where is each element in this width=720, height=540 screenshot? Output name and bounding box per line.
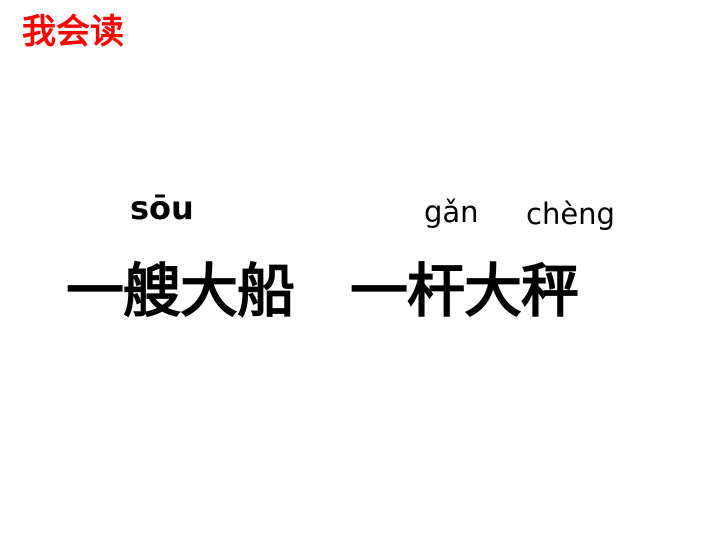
pinyin-gan: gǎn (424, 195, 479, 229)
pinyin-sou: sōu (130, 189, 194, 227)
phrase-big-scale: 一杆大秤 (350, 257, 579, 325)
slide-heading: 我会读 (22, 12, 124, 52)
slide: 我会读 sōu gǎn chèng 一艘大船 一杆大秤 (0, 0, 720, 540)
pinyin-cheng: chèng (526, 197, 615, 231)
phrase-big-boat: 一艘大船 (66, 257, 295, 325)
